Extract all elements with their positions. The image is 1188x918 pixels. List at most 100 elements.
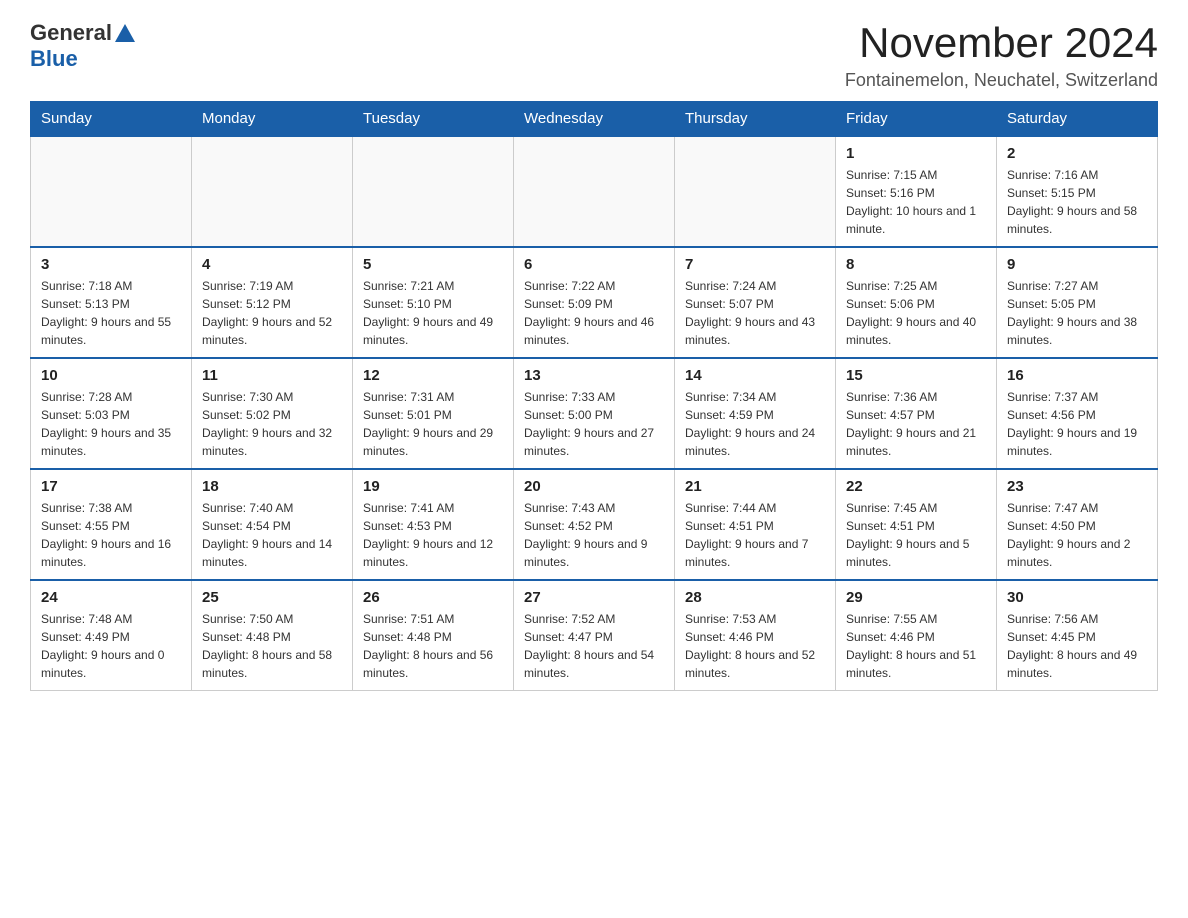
day-number: 19 <box>363 478 503 495</box>
calendar-cell: 25 Sunrise: 7:50 AM Sunset: 4:48 PM Dayli… <box>192 580 353 691</box>
calendar-cell: 10 Sunrise: 7:28 AM Sunset: 5:03 PM Dayli… <box>31 358 192 469</box>
subtitle: Fontainemelon, Neuchatel, Switzerland <box>845 70 1158 91</box>
calendar-cell: 26 Sunrise: 7:51 AM Sunset: 4:48 PM Dayli… <box>353 580 514 691</box>
calendar-cell: 17Sunrise: 7:38 AM Sunset: 4:55 PM Dayli… <box>31 469 192 580</box>
day-number: 14 <box>685 367 825 384</box>
calendar-cell: 27 Sunrise: 7:52 AM Sunset: 4:47 PM Dayli… <box>514 580 675 691</box>
day-info: Sunrise: 7:43 AM Sunset: 4:52 PM Dayligh… <box>524 499 664 571</box>
day-number: 3 <box>41 256 181 273</box>
day-info: Sunrise: 7:47 AM Sunset: 4:50 PM Dayligh… <box>1007 499 1147 571</box>
day-number: 15 <box>846 367 986 384</box>
calendar-cell: 1Sunrise: 7:15 AM Sunset: 5:16 PM Daylig… <box>836 136 997 247</box>
calendar-header-wednesday: Wednesday <box>514 102 675 137</box>
calendar-cell: 15 Sunrise: 7:36 AM Sunset: 4:57 PM Dayli… <box>836 358 997 469</box>
calendar-cell: 8 Sunrise: 7:25 AM Sunset: 5:06 PM Daylig… <box>836 247 997 358</box>
calendar-cell <box>675 136 836 247</box>
calendar-cell: 19 Sunrise: 7:41 AM Sunset: 4:53 PM Dayli… <box>353 469 514 580</box>
calendar-cell: 14Sunrise: 7:34 AM Sunset: 4:59 PM Dayli… <box>675 358 836 469</box>
day-number: 26 <box>363 589 503 606</box>
logo-general-text: General <box>30 20 112 46</box>
logo: General Blue <box>30 20 138 72</box>
day-number: 20 <box>524 478 664 495</box>
day-number: 4 <box>202 256 342 273</box>
day-number: 2 <box>1007 145 1147 162</box>
day-info: Sunrise: 7:24 AM Sunset: 5:07 PM Dayligh… <box>685 277 825 349</box>
calendar-header-row: SundayMondayTuesdayWednesdayThursdayFrid… <box>31 102 1158 137</box>
day-number: 12 <box>363 367 503 384</box>
day-info: Sunrise: 7:31 AM Sunset: 5:01 PM Dayligh… <box>363 388 503 460</box>
calendar-cell: 18 Sunrise: 7:40 AM Sunset: 4:54 PM Dayli… <box>192 469 353 580</box>
calendar-cell: 2 Sunrise: 7:16 AM Sunset: 5:15 PM Daylig… <box>997 136 1158 247</box>
calendar-cell: 21Sunrise: 7:44 AM Sunset: 4:51 PM Dayli… <box>675 469 836 580</box>
day-info: Sunrise: 7:41 AM Sunset: 4:53 PM Dayligh… <box>363 499 503 571</box>
calendar-cell: 20 Sunrise: 7:43 AM Sunset: 4:52 PM Dayli… <box>514 469 675 580</box>
calendar-header-saturday: Saturday <box>997 102 1158 137</box>
day-info: Sunrise: 7:45 AM Sunset: 4:51 PM Dayligh… <box>846 499 986 571</box>
calendar-cell: 23 Sunrise: 7:47 AM Sunset: 4:50 PM Dayli… <box>997 469 1158 580</box>
day-number: 28 <box>685 589 825 606</box>
day-info: Sunrise: 7:56 AM Sunset: 4:45 PM Dayligh… <box>1007 610 1147 682</box>
calendar-week-row: 24Sunrise: 7:48 AM Sunset: 4:49 PM Dayli… <box>31 580 1158 691</box>
calendar-cell: 13 Sunrise: 7:33 AM Sunset: 5:00 PM Dayli… <box>514 358 675 469</box>
day-info: Sunrise: 7:52 AM Sunset: 4:47 PM Dayligh… <box>524 610 664 682</box>
calendar-header-friday: Friday <box>836 102 997 137</box>
day-info: Sunrise: 7:33 AM Sunset: 5:00 PM Dayligh… <box>524 388 664 460</box>
calendar-cell: 29Sunrise: 7:55 AM Sunset: 4:46 PM Dayli… <box>836 580 997 691</box>
calendar-cell: 12 Sunrise: 7:31 AM Sunset: 5:01 PM Dayli… <box>353 358 514 469</box>
calendar-cell: 3 Sunrise: 7:18 AM Sunset: 5:13 PM Daylig… <box>31 247 192 358</box>
day-number: 27 <box>524 589 664 606</box>
calendar-cell: 9 Sunrise: 7:27 AM Sunset: 5:05 PM Daylig… <box>997 247 1158 358</box>
day-info: Sunrise: 7:21 AM Sunset: 5:10 PM Dayligh… <box>363 277 503 349</box>
day-info: Sunrise: 7:15 AM Sunset: 5:16 PM Dayligh… <box>846 166 986 238</box>
day-info: Sunrise: 7:16 AM Sunset: 5:15 PM Dayligh… <box>1007 166 1147 238</box>
calendar-cell: 30 Sunrise: 7:56 AM Sunset: 4:45 PM Dayli… <box>997 580 1158 691</box>
day-info: Sunrise: 7:38 AM Sunset: 4:55 PM Dayligh… <box>41 499 181 571</box>
calendar-cell: 6 Sunrise: 7:22 AM Sunset: 5:09 PM Daylig… <box>514 247 675 358</box>
calendar-header-tuesday: Tuesday <box>353 102 514 137</box>
day-info: Sunrise: 7:53 AM Sunset: 4:46 PM Dayligh… <box>685 610 825 682</box>
calendar-cell: 16 Sunrise: 7:37 AM Sunset: 4:56 PM Dayli… <box>997 358 1158 469</box>
calendar-header-sunday: Sunday <box>31 102 192 137</box>
day-info: Sunrise: 7:55 AM Sunset: 4:46 PM Dayligh… <box>846 610 986 682</box>
day-number: 18 <box>202 478 342 495</box>
day-info: Sunrise: 7:37 AM Sunset: 4:56 PM Dayligh… <box>1007 388 1147 460</box>
day-info: Sunrise: 7:51 AM Sunset: 4:48 PM Dayligh… <box>363 610 503 682</box>
logo-blue-text: Blue <box>30 46 78 72</box>
day-number: 6 <box>524 256 664 273</box>
day-number: 5 <box>363 256 503 273</box>
title-block: November 2024 Fontainemelon, Neuchatel, … <box>845 20 1158 91</box>
day-info: Sunrise: 7:44 AM Sunset: 4:51 PM Dayligh… <box>685 499 825 571</box>
day-info: Sunrise: 7:40 AM Sunset: 4:54 PM Dayligh… <box>202 499 342 571</box>
day-info: Sunrise: 7:36 AM Sunset: 4:57 PM Dayligh… <box>846 388 986 460</box>
calendar-cell: 22Sunrise: 7:45 AM Sunset: 4:51 PM Dayli… <box>836 469 997 580</box>
calendar-week-row: 10 Sunrise: 7:28 AM Sunset: 5:03 PM Dayli… <box>31 358 1158 469</box>
day-number: 23 <box>1007 478 1147 495</box>
day-number: 25 <box>202 589 342 606</box>
day-number: 30 <box>1007 589 1147 606</box>
day-number: 9 <box>1007 256 1147 273</box>
day-info: Sunrise: 7:30 AM Sunset: 5:02 PM Dayligh… <box>202 388 342 460</box>
day-info: Sunrise: 7:19 AM Sunset: 5:12 PM Dayligh… <box>202 277 342 349</box>
day-info: Sunrise: 7:28 AM Sunset: 5:03 PM Dayligh… <box>41 388 181 460</box>
day-number: 10 <box>41 367 181 384</box>
calendar-cell <box>514 136 675 247</box>
calendar-week-row: 1Sunrise: 7:15 AM Sunset: 5:16 PM Daylig… <box>31 136 1158 247</box>
page-header: General Blue November 2024 Fontainemelon… <box>30 20 1158 91</box>
day-info: Sunrise: 7:48 AM Sunset: 4:49 PM Dayligh… <box>41 610 181 682</box>
day-number: 7 <box>685 256 825 273</box>
day-info: Sunrise: 7:22 AM Sunset: 5:09 PM Dayligh… <box>524 277 664 349</box>
day-number: 8 <box>846 256 986 273</box>
calendar-cell: 11 Sunrise: 7:30 AM Sunset: 5:02 PM Dayli… <box>192 358 353 469</box>
main-title: November 2024 <box>845 20 1158 66</box>
calendar-table: SundayMondayTuesdayWednesdayThursdayFrid… <box>30 101 1158 691</box>
day-info: Sunrise: 7:27 AM Sunset: 5:05 PM Dayligh… <box>1007 277 1147 349</box>
day-info: Sunrise: 7:25 AM Sunset: 5:06 PM Dayligh… <box>846 277 986 349</box>
calendar-cell <box>31 136 192 247</box>
calendar-cell: 7 Sunrise: 7:24 AM Sunset: 5:07 PM Daylig… <box>675 247 836 358</box>
day-info: Sunrise: 7:50 AM Sunset: 4:48 PM Dayligh… <box>202 610 342 682</box>
day-info: Sunrise: 7:18 AM Sunset: 5:13 PM Dayligh… <box>41 277 181 349</box>
day-number: 16 <box>1007 367 1147 384</box>
day-number: 11 <box>202 367 342 384</box>
calendar-header-thursday: Thursday <box>675 102 836 137</box>
day-number: 13 <box>524 367 664 384</box>
